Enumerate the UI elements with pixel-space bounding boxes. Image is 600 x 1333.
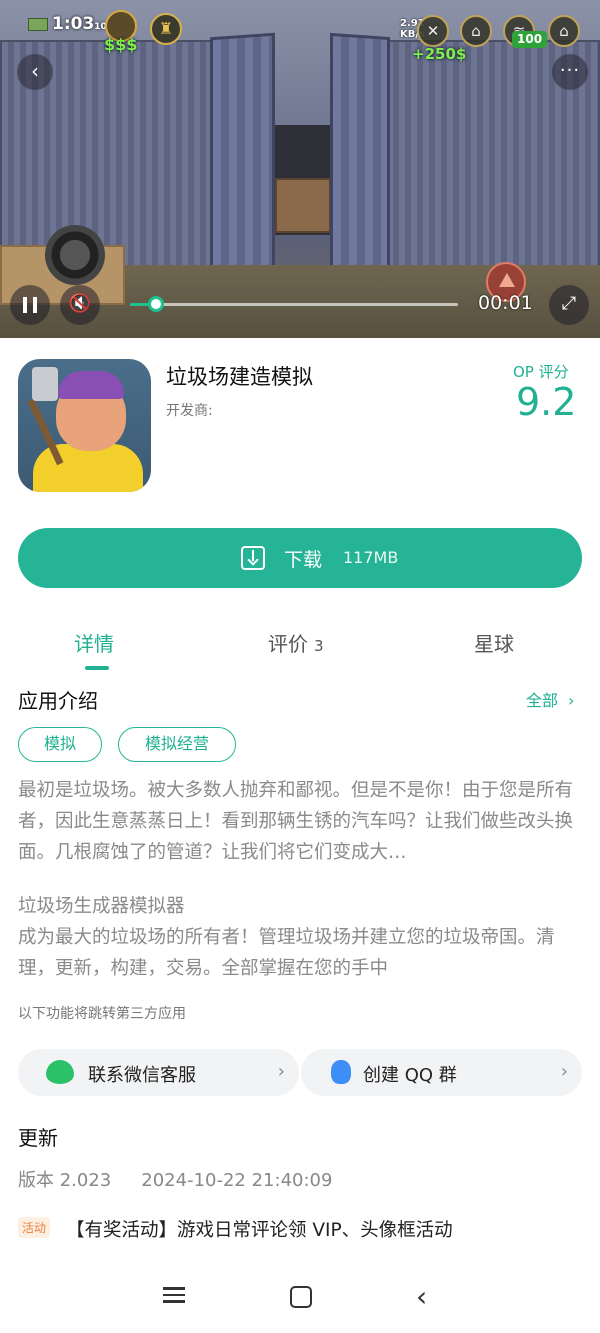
tab-label: 详情 bbox=[74, 632, 114, 656]
tab-reviews[interactable]: 评价 3 bbox=[268, 628, 324, 657]
app-title: 垃圾场建造模拟 bbox=[166, 365, 313, 389]
mute-signal-icon: ✕ bbox=[417, 15, 449, 47]
game-cash: 1:0310 bbox=[28, 14, 107, 34]
mute-button[interactable]: 🔇 bbox=[60, 285, 100, 325]
score-label: OP 评分 bbox=[513, 363, 569, 381]
intro-title: 应用介绍 bbox=[18, 689, 98, 713]
tab-details[interactable]: 详情 bbox=[74, 628, 114, 657]
download-button[interactable]: 下载 117MB bbox=[18, 528, 582, 588]
tab-label: 星球 bbox=[474, 632, 514, 656]
chevron-right-icon: › bbox=[277, 1061, 285, 1082]
tag-simulation[interactable]: 模拟 bbox=[18, 727, 102, 762]
download-icon bbox=[241, 546, 265, 570]
update-date: 2024-10-22 21:40:09 bbox=[141, 1170, 333, 1191]
intro-subheading: 垃圾场生成器模拟器 bbox=[18, 896, 185, 917]
download-size: 117MB bbox=[343, 548, 399, 567]
speaker-muted-icon: 🔇 bbox=[68, 293, 92, 314]
update-title: 更新 bbox=[18, 1126, 58, 1150]
download-label: 下载 bbox=[284, 549, 323, 571]
qq-group-button[interactable]: 创建 QQ 群 › bbox=[301, 1049, 582, 1096]
game-battery: 100 bbox=[512, 31, 548, 48]
view-all-label: 全部 bbox=[526, 691, 559, 710]
shop-icon: ⌂ bbox=[548, 15, 580, 47]
intro-body: 成为最大的垃圾场的所有者！管理垃圾场并建立您的垃圾帝国。清理，更新，构建，交易。… bbox=[18, 927, 555, 979]
trophy-icon: ♜ bbox=[150, 13, 182, 45]
update-version: 版本 2.023 bbox=[18, 1170, 112, 1191]
qq-icon bbox=[331, 1060, 351, 1084]
intro-description: 最初是垃圾场。被大多数人抛弃和鄙视。但是不是你！由于您是所有者，因此生意蒸蒸日上… bbox=[18, 780, 574, 863]
video-scene-door bbox=[210, 32, 275, 273]
tab-label: 评价 bbox=[268, 632, 308, 656]
progress-bar[interactable] bbox=[130, 296, 458, 312]
event-badge: 活动 bbox=[18, 1217, 51, 1238]
more-button[interactable]: ··· bbox=[552, 54, 588, 90]
update-meta: 版本 2.023 2024-10-22 21:40:09 bbox=[18, 1166, 332, 1192]
game-dollars: $$$ bbox=[104, 35, 138, 54]
factory-icon: ⌂ bbox=[460, 15, 492, 47]
back-nav-icon[interactable]: ‹ bbox=[416, 1283, 444, 1311]
expand-icon: ⤢ bbox=[561, 293, 577, 314]
wechat-service-label: 联系微信客服 bbox=[88, 1065, 196, 1086]
video-scene-crate bbox=[275, 178, 331, 233]
tab-planet[interactable]: 星球 bbox=[474, 628, 514, 657]
back-button[interactable]: ‹ bbox=[17, 54, 53, 90]
event-link[interactable]: 【有奖活动】游戏日常评论领 VIP、头像框活动 bbox=[66, 1216, 453, 1242]
view-all-link[interactable]: 全部 › bbox=[526, 687, 574, 711]
game-income: +250$ bbox=[412, 45, 467, 63]
third-party-note: 以下功能将跳转第三方应用 bbox=[18, 1006, 186, 1022]
chevron-right-icon: › bbox=[568, 691, 575, 710]
qq-group-label: 创建 QQ 群 bbox=[363, 1065, 457, 1086]
score-value: 9.2 bbox=[516, 380, 577, 424]
app-developer: 开发商: bbox=[166, 403, 213, 419]
chevron-left-icon: ‹ bbox=[31, 59, 39, 83]
pause-button[interactable] bbox=[10, 285, 50, 325]
wechat-service-button[interactable]: 联系微信客服 › bbox=[18, 1049, 299, 1096]
game-hud: 1:0310 $$$ ♜ 2.91 KB/s ✕ ⌂ ≋ ⌂ 100 +250$ bbox=[0, 10, 600, 63]
more-icon: ··· bbox=[559, 60, 581, 81]
video-time: 00:01 bbox=[478, 292, 533, 314]
game-joystick bbox=[45, 225, 105, 285]
app-icon bbox=[18, 359, 151, 492]
video-player[interactable]: 1:0310 $$$ ♜ 2.91 KB/s ✕ ⌂ ≋ ⌂ 100 +250$… bbox=[0, 0, 600, 338]
tag-management-sim[interactable]: 模拟经营 bbox=[118, 727, 236, 762]
video-scene-door bbox=[330, 32, 390, 273]
wechat-icon bbox=[46, 1060, 74, 1084]
tab-count: 3 bbox=[314, 637, 324, 655]
money-icon bbox=[28, 17, 48, 31]
menu-icon[interactable] bbox=[160, 1283, 188, 1311]
tab-indicator bbox=[85, 666, 109, 670]
fullscreen-button[interactable]: ⤢ bbox=[549, 285, 589, 325]
home-icon[interactable] bbox=[287, 1283, 315, 1311]
chevron-right-icon: › bbox=[560, 1061, 568, 1082]
